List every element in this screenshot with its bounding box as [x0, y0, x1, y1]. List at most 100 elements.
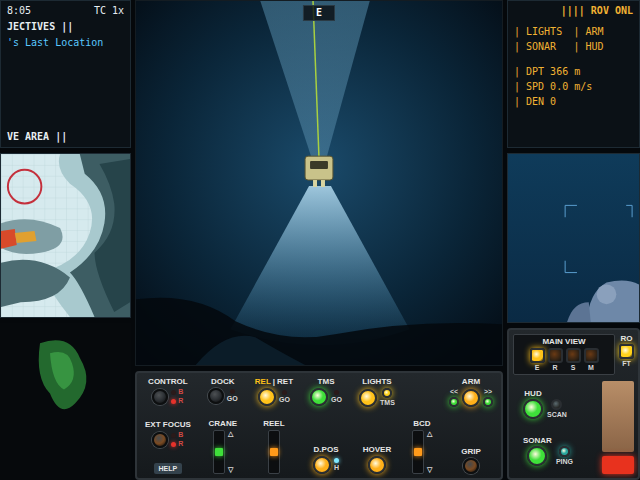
- control-label: EXT FOCUS: [145, 420, 191, 429]
- small-button[interactable]: [382, 388, 392, 398]
- compass-heading: E: [303, 5, 335, 21]
- lamp-button[interactable]: [313, 456, 331, 474]
- objective-item[interactable]: 's Last Location: [7, 37, 124, 49]
- rotate-button[interactable]: [619, 344, 634, 359]
- knob[interactable]: [152, 432, 168, 448]
- lamp-button[interactable]: [368, 456, 386, 474]
- control-column: DOCKGOCRANE△▽: [208, 377, 238, 474]
- view-option-label: E: [535, 364, 540, 372]
- lamp-button[interactable]: [258, 388, 276, 406]
- slider-track[interactable]: [412, 430, 424, 474]
- toggle-label: SONAR: [523, 436, 552, 445]
- center-column: ECONTROLBREXT FOCUSBRHELPDOCKGOCRANE△▽RE…: [135, 0, 503, 480]
- arrow-icon[interactable]: △: [427, 430, 432, 438]
- control-label: GRIP: [461, 447, 481, 456]
- clock: 8:05: [7, 5, 31, 17]
- rov-status-panel: |||| ROV ONL| LIGHTS| ARM| SONAR| HUD| D…: [507, 0, 640, 148]
- system-status: | LIGHTS: [514, 26, 574, 38]
- dock-control: DOCK GO: [208, 377, 238, 404]
- reel-slider: REEL: [263, 419, 284, 474]
- led: [171, 433, 176, 438]
- side-button-label: >>: [484, 388, 492, 396]
- hud-toggle: HUD SCAN: [523, 389, 598, 419]
- ext-focus-control: EXT FOCUS BR: [145, 420, 191, 448]
- control-label: BCD: [413, 419, 430, 428]
- telemetry-reading: | SPD 0.0 m/s: [514, 81, 633, 93]
- tms-control: TMSGO: [310, 377, 342, 406]
- control-column: ARM << >> GRIP: [449, 377, 493, 474]
- slider-track[interactable]: [213, 430, 225, 474]
- slider-thumb[interactable]: [270, 448, 278, 456]
- crane-slider: CRANE△▽: [209, 419, 237, 474]
- control-label: ARM: [462, 377, 480, 386]
- slider-track[interactable]: [268, 430, 280, 474]
- indicator-label: GO: [331, 396, 342, 404]
- view-option-button[interactable]: [548, 348, 563, 363]
- map-panel: [0, 153, 131, 318]
- toggle-option[interactable]: RET: [277, 377, 293, 386]
- control-column: LIGHTSTMS HOVER: [359, 377, 395, 474]
- alarm-button[interactable]: [602, 456, 634, 474]
- arrow-icon[interactable]: △: [228, 430, 233, 438]
- instrument-plate: [602, 381, 634, 452]
- status-led: B: [171, 431, 183, 439]
- objectives-panel: 8:05 TC 1x JECTIVES || 's Last Location VE A…: [0, 0, 131, 148]
- sonar-blob: [0, 323, 131, 480]
- small-button-label: SCAN: [547, 411, 567, 419]
- toggle-button[interactable]: [527, 446, 547, 466]
- arrow-icon[interactable]: ▽: [228, 466, 233, 474]
- side-button[interactable]: [449, 397, 459, 407]
- view-option[interactable]: R: [548, 348, 563, 372]
- view-option[interactable]: S: [566, 348, 581, 372]
- toggle-option[interactable]: REL: [255, 377, 271, 386]
- knob[interactable]: [152, 389, 168, 405]
- side-button[interactable]: [483, 397, 493, 407]
- objectives-title: JECTIVES ||: [7, 21, 124, 33]
- indicator-label: GO: [227, 395, 238, 403]
- control-label: D.POS: [314, 445, 339, 454]
- time-scale: TC 1x: [94, 5, 124, 17]
- rotate-control: ROFT: [619, 334, 634, 368]
- sonar-toggle: SONARPING: [523, 436, 598, 466]
- view-option[interactable]: E: [530, 348, 545, 372]
- view-option-button[interactable]: [584, 348, 599, 363]
- view-option-label: S: [571, 364, 576, 372]
- main-view-label: MAIN VIEW: [542, 337, 585, 346]
- view-option-button[interactable]: [566, 348, 581, 363]
- lamp-button[interactable]: [359, 389, 377, 407]
- lamp-button[interactable]: [462, 389, 480, 407]
- knob[interactable]: [463, 458, 479, 474]
- view-option-button[interactable]: [530, 348, 545, 363]
- telemetry-reading: | DEN 0: [514, 96, 633, 108]
- camera-feed: [136, 1, 502, 365]
- view-option[interactable]: M: [584, 348, 599, 372]
- small-button-label: TMS: [380, 399, 395, 407]
- lamp-button[interactable]: [310, 388, 328, 406]
- view-option-label: R: [552, 364, 557, 372]
- system-status: | ARM: [574, 26, 634, 38]
- control-label: HOVER: [363, 445, 391, 454]
- map-drawing[interactable]: [1, 154, 130, 317]
- left-column: 8:05 TC 1x JECTIVES || 's Last Location VE A…: [0, 0, 131, 480]
- status-led: B: [171, 388, 183, 396]
- knob[interactable]: [208, 388, 224, 404]
- small-button[interactable]: [559, 446, 570, 457]
- indicator-led: [334, 390, 339, 395]
- led-label: B: [178, 431, 183, 439]
- slider-thumb[interactable]: [414, 448, 422, 456]
- side-control-panel: MAIN VIEW E R SM ROFT HUD SCAN SONARPING: [507, 328, 640, 480]
- slider-thumb[interactable]: [215, 448, 223, 456]
- led-label: B: [178, 388, 183, 396]
- arrow-icon[interactable]: ▽: [427, 466, 432, 474]
- control-label: DOCK: [211, 377, 235, 386]
- indicator: H: [334, 458, 339, 472]
- side-button-label: <<: [450, 388, 458, 396]
- lights-control: LIGHTSTMS: [359, 377, 395, 407]
- toggle-button[interactable]: [523, 399, 543, 419]
- small-button[interactable]: [551, 399, 562, 410]
- toggle-label: HUD: [524, 389, 541, 398]
- help-button[interactable]: HELP: [154, 463, 183, 474]
- status-led: R: [171, 440, 183, 448]
- area-title: VE AREA ||: [7, 131, 124, 143]
- arm-control: ARM << >>: [449, 377, 493, 407]
